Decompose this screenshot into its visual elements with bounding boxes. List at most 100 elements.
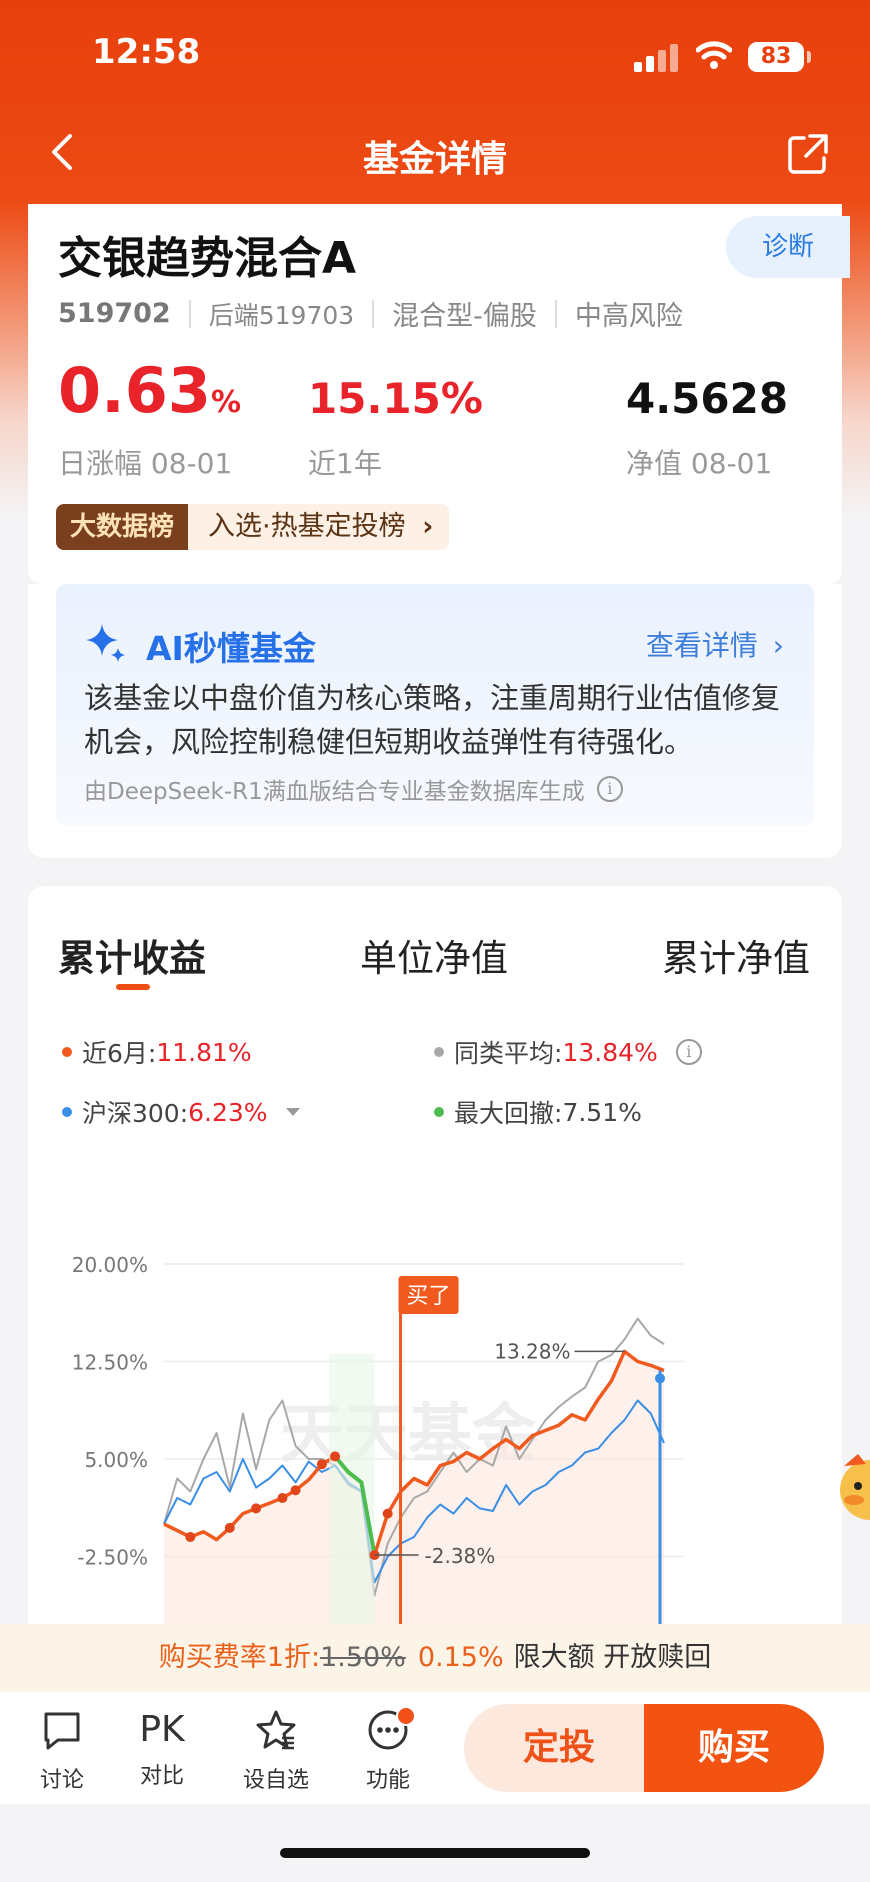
buy-button[interactable]: 购买 xyxy=(644,1704,824,1792)
legend-drawdown: 最大回撤: 7.51% xyxy=(434,1094,642,1130)
add-watchlist-button[interactable]: 设自选 xyxy=(236,1708,316,1794)
fund-summary-card: 交银趋势混合A 诊断 519702 后端519703 混合型-偏股 中高风险 0… xyxy=(28,204,850,584)
compare-button[interactable]: PK 对比 xyxy=(122,1708,202,1790)
ai-summary-text: 该基金以中盘价值为核心策略，注重周期行业估值修复机会，风险控制稳健但短期收益弹性… xyxy=(84,681,781,759)
ai-summary-card: AI秒懂基金 查看详情 › 该基金以中盘价值为核心策略，注重周期行业估值修复机会… xyxy=(28,584,842,858)
tab-unit-nav[interactable]: 单位净值 xyxy=(360,928,508,982)
legend-peer: 同类平均: 13.84% i xyxy=(434,1034,702,1070)
signal-icon xyxy=(634,44,678,72)
watch-label: 设自选 xyxy=(242,1768,309,1793)
compare-label: 对比 xyxy=(139,1764,184,1789)
daily-change-stat: 0.63% 日涨幅 08-01 xyxy=(58,354,242,480)
pk-icon: PK xyxy=(139,1709,185,1750)
chat-bubble-icon xyxy=(44,1712,80,1750)
chevron-right-icon: › xyxy=(772,629,784,662)
legend-fund-value: 11.81% xyxy=(156,1037,252,1067)
discuss-label: 讨论 xyxy=(39,1768,84,1793)
fee-old: 1.50% xyxy=(320,1642,406,1673)
caret-down-icon[interactable] xyxy=(285,1108,300,1116)
buy-marker-label: 买了 xyxy=(407,1284,451,1309)
function-label: 功能 xyxy=(365,1768,410,1793)
fee-extra: 限大额 开放赎回 xyxy=(513,1642,712,1673)
fund-type: 混合型-偏股 xyxy=(392,301,537,332)
sell-point xyxy=(655,1373,665,1384)
tab-cumulative-return[interactable]: 累计收益 xyxy=(58,928,206,982)
home-indicator xyxy=(280,1848,590,1858)
legend-index[interactable]: 沪深300: 6.23% xyxy=(62,1094,300,1130)
legend-index-value: 6.23% xyxy=(188,1097,268,1127)
diagnose-button[interactable]: 诊断 xyxy=(726,216,850,278)
ranking-text: 入选·热基定投榜 › xyxy=(188,504,450,550)
legend-dot xyxy=(62,1047,72,1057)
nav-stat: 4.5628 净值 08-01 xyxy=(626,354,789,480)
sip-button[interactable]: 定投 xyxy=(464,1704,654,1792)
big-data-badge: 大数据榜 xyxy=(56,504,189,550)
mascot-icon[interactable] xyxy=(836,1450,870,1530)
trade-point xyxy=(382,1508,393,1519)
fee-new: 0.15% xyxy=(417,1642,504,1673)
ai-source-text: 由DeepSeek-R1满血版结合专业基金数据库生成 xyxy=(84,779,585,805)
legend-index-label: 沪深300: xyxy=(82,1099,189,1128)
info-icon[interactable]: i xyxy=(675,1039,702,1065)
legend-fund-label: 近6月: xyxy=(82,1039,157,1068)
trade-point xyxy=(251,1503,262,1514)
daily-change-label: 日涨幅 08-01 xyxy=(58,447,233,480)
view-details-link[interactable]: 查看详情 › xyxy=(646,624,784,664)
wifi-icon xyxy=(696,41,732,69)
low-annotation: -2.38% xyxy=(425,1544,496,1568)
page-title: 基金详情 xyxy=(362,139,507,180)
star-icon xyxy=(256,1710,296,1750)
bottom-toolbar: 讨论 PK 对比 设自选 功能 定投 购买 xyxy=(0,1692,870,1804)
backend-code: 后端519703 xyxy=(208,300,355,330)
info-icon[interactable]: i xyxy=(596,776,623,802)
legend-peer-value: 13.84% xyxy=(562,1037,658,1067)
trade-point xyxy=(224,1522,235,1533)
share-icon[interactable] xyxy=(786,132,830,176)
trade-point xyxy=(290,1485,301,1496)
legend-dot xyxy=(62,1107,72,1117)
chevron-right-icon: › xyxy=(422,511,434,542)
divider xyxy=(372,299,375,328)
function-button[interactable]: 功能 xyxy=(348,1706,428,1794)
fund-code: 519702 xyxy=(58,298,171,329)
trade-point xyxy=(316,1459,327,1470)
nav-label: 净值 08-01 xyxy=(626,447,773,480)
fee-label: 购买费率1折: xyxy=(158,1642,321,1673)
legend-drawdown-value: 7.51% xyxy=(562,1097,642,1127)
high-annotation: 13.28% xyxy=(494,1339,570,1363)
daily-change-unit: % xyxy=(210,385,242,420)
trade-point xyxy=(330,1451,341,1462)
active-tab-indicator xyxy=(116,984,150,990)
divider xyxy=(554,299,557,328)
notification-dot xyxy=(396,1706,416,1726)
ranking-badge[interactable]: 大数据榜 入选·热基定投榜 › xyxy=(56,504,450,550)
ai-summary-box[interactable]: AI秒懂基金 查看详情 › 该基金以中盘价值为核心策略，注重周期行业估值修复机会… xyxy=(56,584,814,826)
daily-change-value: 0.63 xyxy=(58,354,211,427)
chart-card: 累计收益 单位净值 累计净值 近6月: 11.81% 同类平均: 13.84% i … xyxy=(28,886,842,1706)
divider xyxy=(188,299,191,328)
trade-point xyxy=(277,1493,288,1503)
y-tick-label: 20.00% xyxy=(72,1253,148,1277)
fee-banner[interactable]: 购买费率1折:1.50% 0.15% 限大额 开放赎回 xyxy=(0,1624,870,1692)
status-bar: 12:58 83 xyxy=(0,0,870,110)
nav-value: 4.5628 xyxy=(626,374,789,423)
sparkle-icon xyxy=(86,624,125,662)
discuss-button[interactable]: 讨论 xyxy=(22,1708,102,1794)
fund-meta: 519702 后端519703 混合型-偏股 中高风险 xyxy=(58,294,683,333)
battery-tip xyxy=(807,51,811,63)
year-return-stat: 15.15% 近1年 xyxy=(308,354,483,480)
legend-dot xyxy=(434,1047,444,1057)
return-chart[interactable]: 20.00%12.50%5.00%-2.50%天天基金买了-2.38%13.28… xyxy=(28,1146,842,1706)
status-time: 12:58 xyxy=(92,32,201,72)
legend-dot xyxy=(434,1107,444,1117)
legend-drawdown-label: 最大回撤: xyxy=(454,1099,563,1128)
y-tick-label: 12.50% xyxy=(72,1351,148,1375)
fund-name: 交银趋势混合A xyxy=(58,233,357,284)
battery-icon: 83 xyxy=(748,42,804,72)
tab-cumulative-nav[interactable]: 累计净值 xyxy=(662,928,810,982)
legend-peer-label: 同类平均: xyxy=(454,1039,563,1068)
y-tick-label: 5.00% xyxy=(84,1448,148,1472)
fund-risk: 中高风险 xyxy=(574,301,683,332)
y-tick-label: -2.50% xyxy=(77,1546,148,1570)
year-return-value: 15.15% xyxy=(308,374,483,423)
